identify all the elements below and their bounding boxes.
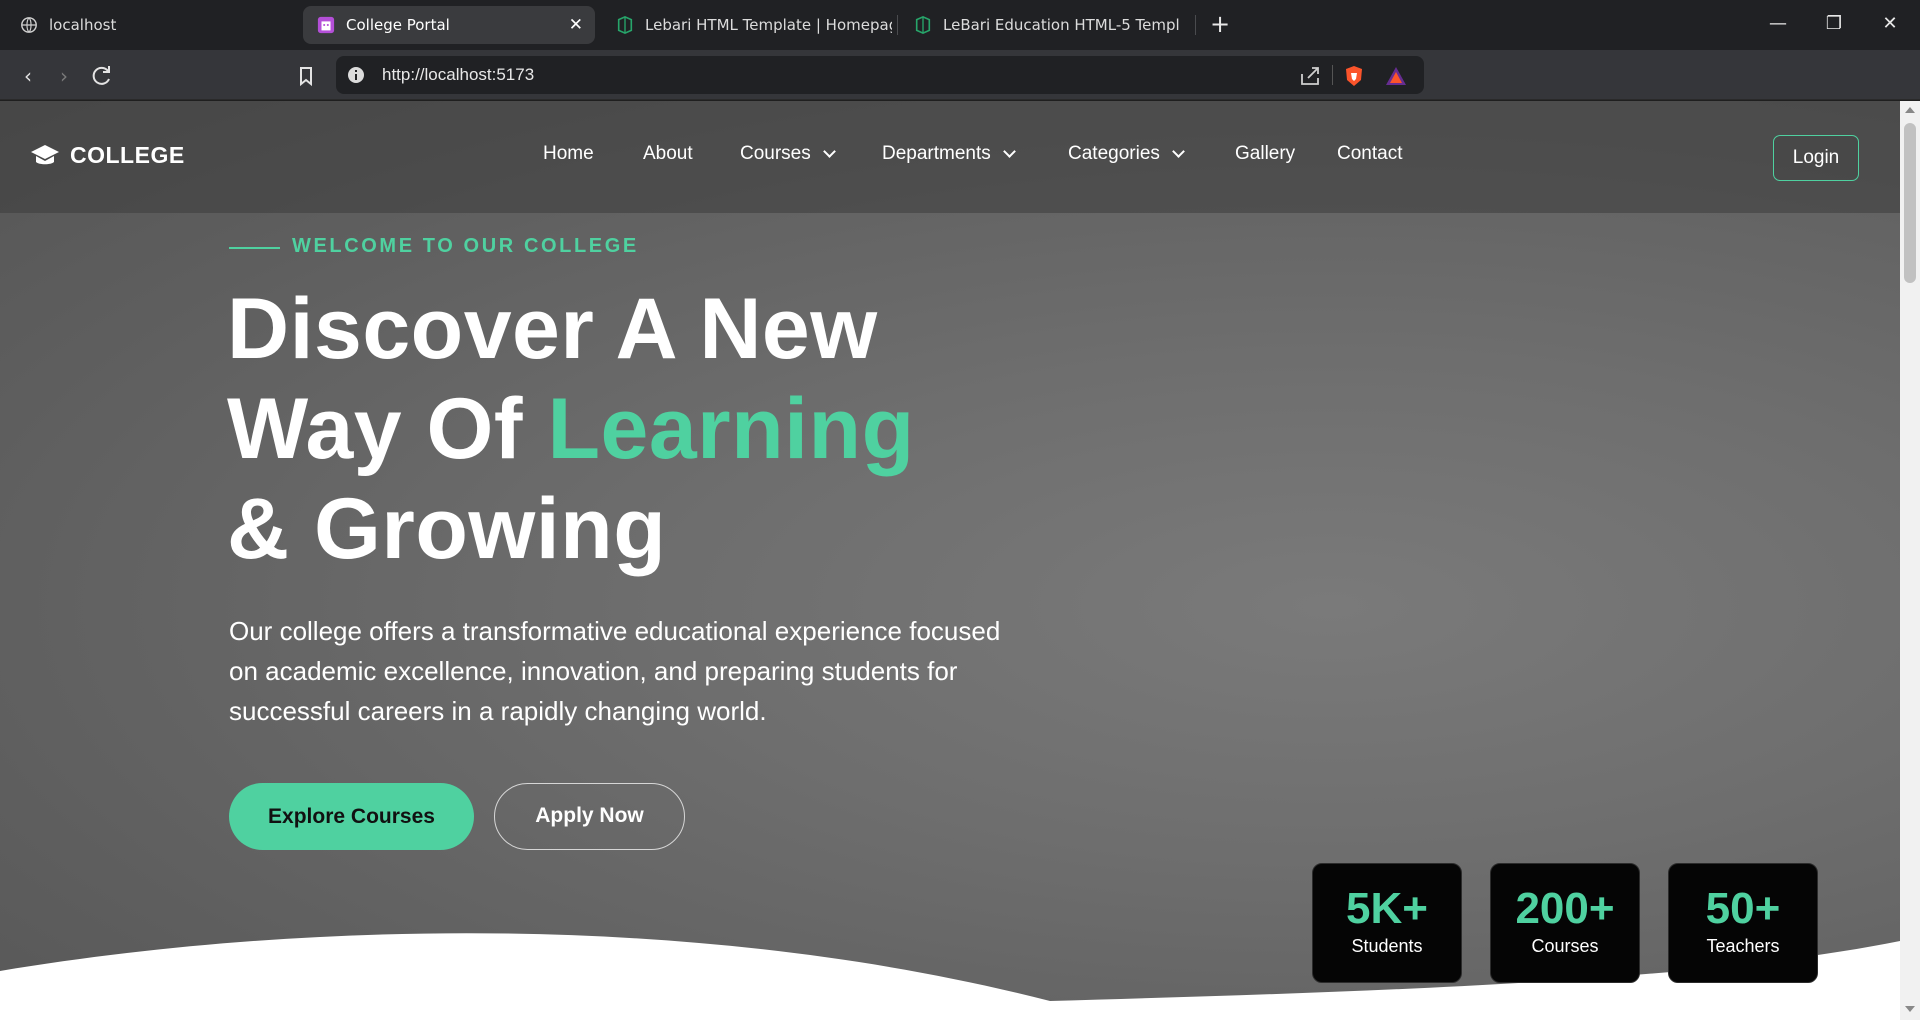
- stat-card-teachers: 50+ Teachers: [1668, 863, 1818, 983]
- page-scrollbar[interactable]: [1900, 101, 1920, 1020]
- scroll-up-arrow-icon[interactable]: [1905, 107, 1915, 113]
- chevron-down-icon: [822, 144, 836, 158]
- chevron-down-icon: [1172, 144, 1185, 158]
- chevron-down-icon: [1002, 144, 1016, 158]
- tab-lebari-homepage[interactable]: Lebari HTML Template | Homepage: [602, 6, 892, 44]
- tab-separator: [897, 15, 898, 35]
- tab-title: localhost: [49, 16, 117, 34]
- lebari-favicon-icon: [915, 16, 931, 34]
- brave-shield-icon[interactable]: [1342, 64, 1366, 88]
- stat-card-courses: 200+ Courses: [1490, 863, 1640, 983]
- lebari-favicon-icon: [617, 16, 633, 34]
- tab-title: College Portal: [346, 16, 450, 34]
- headline-line-2: Way Of: [227, 381, 548, 477]
- browser-tab-bar: localhost College Portal ✕ Lebari HTML T…: [0, 0, 1920, 50]
- close-window-icon[interactable]: ✕: [1870, 8, 1910, 40]
- apply-now-button[interactable]: Apply Now: [494, 783, 685, 850]
- headline-accent: Learning: [547, 381, 915, 477]
- minimize-icon[interactable]: —: [1758, 8, 1798, 40]
- stat-label: Teachers: [1706, 936, 1780, 956]
- tab-title: Lebari HTML Template | Homepage: [645, 16, 892, 34]
- nav-label: Categories: [1068, 143, 1160, 164]
- browser-toolbar: ‹ › http://localhost:5173 f?: [0, 50, 1920, 135]
- graduation-cap-icon: [31, 144, 59, 164]
- headline-line-3: & Growing: [227, 481, 667, 577]
- share-icon[interactable]: [1298, 64, 1322, 88]
- nav-label: About: [643, 143, 693, 164]
- restore-icon[interactable]: ❐: [1814, 8, 1854, 40]
- logo-text: COLLEGE: [70, 142, 185, 168]
- hero-description: Our college offers a transformative educ…: [229, 616, 1001, 726]
- page-viewport: COLLEGE Home About Courses Departments C…: [0, 101, 1900, 1020]
- scrollbar-thumb[interactable]: [1904, 123, 1916, 283]
- explore-courses-button[interactable]: Explore Courses: [229, 783, 474, 850]
- nav-about[interactable]: About: [643, 143, 693, 165]
- site-info-icon[interactable]: [346, 65, 366, 85]
- stat-value: 200+: [1515, 884, 1615, 933]
- nav-label: Home: [543, 143, 594, 164]
- login-button[interactable]: Login: [1773, 135, 1859, 181]
- back-button[interactable]: ‹: [14, 62, 42, 90]
- scroll-down-arrow-icon[interactable]: [1905, 1006, 1915, 1012]
- omnibox-divider: [1332, 65, 1333, 85]
- hero-eyebrow: WELCOME TO OUR COLLEGE: [292, 235, 639, 257]
- nav-contact[interactable]: Contact: [1337, 143, 1402, 165]
- nav-label: Courses: [740, 143, 811, 164]
- globe-icon: [21, 17, 37, 33]
- tab-college-portal[interactable]: College Portal ✕: [303, 6, 595, 44]
- nav-label: Gallery: [1235, 143, 1296, 164]
- nav-label: Departments: [882, 143, 991, 164]
- forward-button[interactable]: ›: [50, 62, 78, 90]
- site-header: COLLEGE Home About Courses Departments C…: [0, 101, 1900, 213]
- tab-localhost[interactable]: localhost: [6, 6, 296, 44]
- url-text[interactable]: http://localhost:5173: [382, 65, 534, 85]
- eyebrow-line: [229, 247, 280, 249]
- headline-line-1: Discover A New: [227, 281, 878, 377]
- stat-value: 50+: [1705, 884, 1781, 933]
- nav-departments[interactable]: Departments: [882, 143, 1016, 165]
- new-tab-button[interactable]: +: [1208, 10, 1232, 40]
- nav-categories[interactable]: Categories: [1068, 143, 1185, 165]
- stat-label: Students: [1351, 936, 1423, 956]
- college-favicon-icon: [317, 16, 335, 34]
- nav-home[interactable]: Home: [543, 143, 594, 165]
- stat-value: 5K+: [1346, 884, 1428, 933]
- stat-card-students: 5K+ Students: [1312, 863, 1462, 983]
- site-logo[interactable]: COLLEGE: [30, 142, 185, 169]
- stat-label: Courses: [1531, 936, 1599, 956]
- tab-separator: [1195, 15, 1196, 35]
- nav-gallery[interactable]: Gallery: [1235, 143, 1295, 165]
- reload-icon[interactable]: [88, 62, 116, 90]
- brave-rewards-icon[interactable]: [1384, 64, 1408, 88]
- address-bar[interactable]: http://localhost:5173: [336, 56, 1424, 94]
- close-tab-icon[interactable]: ✕: [569, 15, 583, 35]
- nav-courses[interactable]: Courses: [740, 143, 836, 165]
- hero-headline: Discover A New Way Of Learning & Growing: [227, 279, 915, 579]
- bookmark-icon[interactable]: [292, 62, 320, 90]
- tab-lebari-education[interactable]: LeBari Education HTML-5 Template: [900, 6, 1180, 44]
- nav-label: Contact: [1337, 143, 1403, 164]
- tab-title: LeBari Education HTML-5 Template: [943, 16, 1180, 34]
